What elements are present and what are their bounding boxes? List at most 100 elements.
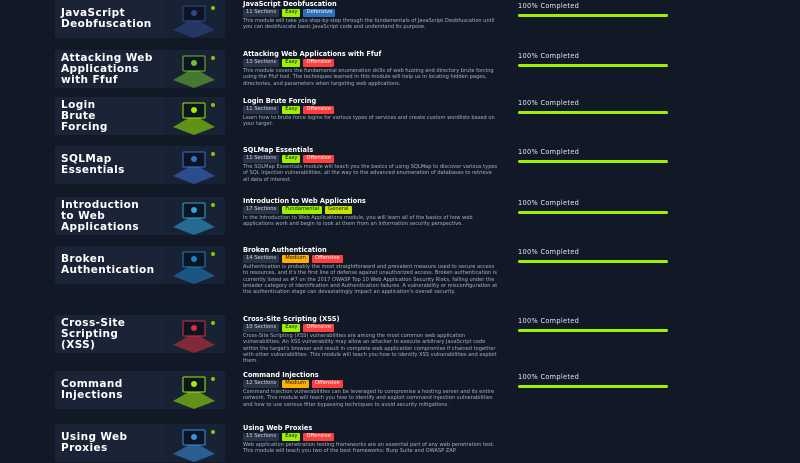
module-title[interactable]: JavaScript Deobfuscation xyxy=(243,0,498,8)
progress-label: 100% Completed xyxy=(518,317,580,325)
module-thumbnail[interactable]: Broken Authentication xyxy=(55,246,225,284)
progress-label: 100% Completed xyxy=(518,2,580,10)
module-info: Introduction to Web Applications 17 Secti… xyxy=(243,197,498,228)
module-thumbnail-title: Command Injections xyxy=(61,378,123,401)
module-thumbnail[interactable]: SQLMap Essentials xyxy=(55,146,225,184)
module-tags: 12 Sections Medium Offensive xyxy=(243,380,498,388)
module-card[interactable]: Introduction to Web Applications Introduc… xyxy=(55,197,800,235)
progress-bar-fill xyxy=(518,14,668,17)
module-description: This module covers the fundamental enume… xyxy=(243,68,494,87)
module-title[interactable]: Using Web Proxies xyxy=(243,424,498,432)
module-thumbnail[interactable]: Using Web Proxies xyxy=(55,424,225,462)
progress-bar xyxy=(518,64,668,67)
easy-badge: Easy xyxy=(282,433,301,441)
module-description: Cross-Site Scripting (XSS) vulnerabiliti… xyxy=(243,333,497,365)
progress-label: 100% Completed xyxy=(518,99,580,107)
module-description: This module will take you step-by-step t… xyxy=(243,18,495,31)
progress-bar xyxy=(518,14,668,17)
module-illustration xyxy=(163,246,225,284)
module-progress: 100% Completed xyxy=(518,371,668,388)
progress-bar-fill xyxy=(518,111,668,114)
module-thumbnail-title: Introduction to Web Applications xyxy=(61,198,140,233)
module-card[interactable]: Cross-Site Scripting (XSS) Cross-Site Scr… xyxy=(55,315,800,364)
module-tags: 14 Sections Medium Offensive xyxy=(243,255,498,263)
module-thumbnail[interactable]: Attacking Web Applications with Ffuf xyxy=(55,50,225,88)
module-progress: 100% Completed xyxy=(518,0,668,17)
sections-badge: 15 Sections xyxy=(243,433,280,441)
general-badge: General xyxy=(325,206,352,214)
module-tags: 13 Sections Easy Offensive xyxy=(243,59,498,67)
progress-bar xyxy=(518,211,668,214)
module-tags: 10 Sections Easy Offensive xyxy=(243,324,498,332)
module-illustration xyxy=(163,0,225,38)
module-thumbnail[interactable]: JavaScript Deobfuscation xyxy=(55,0,225,38)
progress-bar-fill xyxy=(518,211,668,214)
module-description: Command injection vulnerabilities can be… xyxy=(243,389,495,408)
progress-bar xyxy=(518,260,668,263)
module-thumbnail[interactable]: Command Injections xyxy=(55,371,225,409)
module-thumbnail-title: JavaScript Deobfuscation xyxy=(61,7,152,30)
sections-badge: 11 Sections xyxy=(243,9,280,17)
progress-bar xyxy=(518,329,668,332)
easy-badge: Easy xyxy=(282,324,301,332)
module-description: Web application penetration testing fram… xyxy=(243,442,495,455)
module-title[interactable]: Cross-Site Scripting (XSS) xyxy=(243,315,498,323)
module-card[interactable]: Broken Authentication Broken Authenticati… xyxy=(55,246,800,295)
offensive-badge: Offensive xyxy=(311,380,343,388)
module-title[interactable]: Login Brute Forcing xyxy=(243,97,498,105)
module-thumbnail[interactable]: Cross-Site Scripting (XSS) xyxy=(55,315,225,353)
module-info: Using Web Proxies 15 Sections Easy Offensiv… xyxy=(243,424,498,455)
progress-bar-fill xyxy=(518,260,668,263)
progress-bar xyxy=(518,160,668,163)
module-card[interactable]: SQLMap Essentials SQLMap Essentials 11 Sec… xyxy=(55,146,800,184)
module-title[interactable]: Introduction to Web Applications xyxy=(243,197,498,205)
module-tags: 11 Sections Easy Offensive xyxy=(243,155,498,163)
offensive-badge: Offensive xyxy=(303,433,335,441)
progress-bar xyxy=(518,111,668,114)
progress-bar xyxy=(518,385,668,388)
module-progress: 100% Completed xyxy=(518,97,668,114)
module-card[interactable]: Using Web Proxies Using Web Proxies 15 Sec… xyxy=(55,424,800,462)
module-tags: 11 Sections Easy Defensive xyxy=(243,9,498,17)
offensive-badge: Offensive xyxy=(303,155,335,163)
sections-badge: 11 Sections xyxy=(243,155,280,163)
module-card[interactable]: Command Injections Command Injections 12 S… xyxy=(55,371,800,409)
progress-bar-fill xyxy=(518,64,668,67)
offensive-badge: Offensive xyxy=(311,255,343,263)
sections-badge: 11 Sections xyxy=(243,106,280,114)
fundamental-badge: Fundamental xyxy=(282,206,323,214)
module-thumbnail[interactable]: Login Brute Forcing xyxy=(55,97,225,135)
offensive-badge: Offensive xyxy=(303,59,335,67)
easy-badge: Easy xyxy=(282,9,301,17)
easy-badge: Easy xyxy=(282,155,301,163)
sections-badge: 12 Sections xyxy=(243,380,280,388)
progress-label: 100% Completed xyxy=(518,248,580,256)
module-info: Attacking Web Applications with Ffuf 13 S… xyxy=(243,50,498,87)
sections-badge: 13 Sections xyxy=(243,59,280,67)
module-title[interactable]: Broken Authentication xyxy=(243,246,498,254)
module-tags: 15 Sections Easy Offensive xyxy=(243,433,498,441)
module-illustration xyxy=(163,197,225,235)
module-thumbnail-title: Login Brute Forcing xyxy=(61,98,108,133)
sections-badge: 17 Sections xyxy=(243,206,280,214)
module-thumbnail-title: Attacking Web Applications with Ffuf xyxy=(61,51,153,86)
module-title[interactable]: SQLMap Essentials xyxy=(243,146,498,154)
medium-badge: Medium xyxy=(282,380,309,388)
medium-badge: Medium xyxy=(282,255,309,263)
module-info: Login Brute Forcing 11 Sections Easy Offens… xyxy=(243,97,498,128)
module-illustration xyxy=(163,97,225,135)
progress-label: 100% Completed xyxy=(518,52,580,60)
easy-badge: Easy xyxy=(282,106,301,114)
module-info: Broken Authentication 14 Sections Medium Of… xyxy=(243,246,498,295)
module-tags: 17 Sections Fundamental General xyxy=(243,206,498,214)
module-title[interactable]: Command Injections xyxy=(243,371,498,379)
module-card[interactable]: Login Brute Forcing Login Brute Forcing 11… xyxy=(55,97,800,135)
module-description: Authentication is probably the most stra… xyxy=(243,264,498,296)
progress-bar-fill xyxy=(518,160,668,163)
module-card[interactable]: Attacking Web Applications with Ffuf Atta… xyxy=(55,50,800,88)
progress-label: 100% Completed xyxy=(518,148,580,156)
progress-bar-fill xyxy=(518,329,668,332)
module-thumbnail[interactable]: Introduction to Web Applications xyxy=(55,197,225,235)
module-title[interactable]: Attacking Web Applications with Ffuf xyxy=(243,50,498,58)
module-card[interactable]: JavaScript Deobfuscation JavaScript Deobf… xyxy=(55,0,800,38)
